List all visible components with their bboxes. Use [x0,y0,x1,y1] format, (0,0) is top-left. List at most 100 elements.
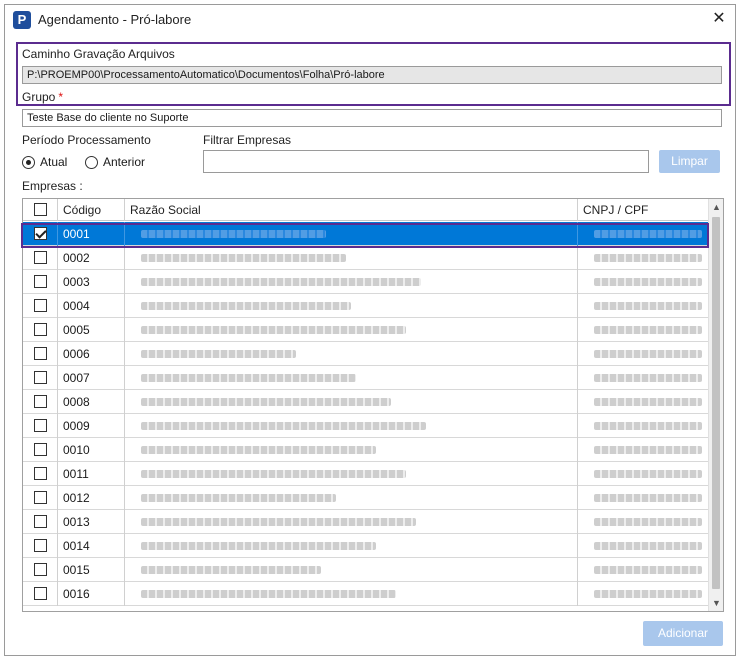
row-cnpj-cpf [578,366,709,390]
empresas-label: Empresas : [22,179,83,193]
table-row[interactable]: 0006 [23,342,709,366]
header-select-all [23,199,58,221]
radio-anterior[interactable]: Anterior [85,153,145,171]
row-cnpj-cpf [578,438,709,462]
table-row[interactable]: 0009 [23,414,709,438]
empresas-table: Código Razão Social CNPJ / CPF 0001 0002 0… [22,198,724,612]
limpar-button[interactable]: Limpar [659,150,720,173]
row-checkbox[interactable] [34,251,47,264]
vertical-scrollbar[interactable]: ▲ ▼ [708,199,723,611]
row-cnpj-cpf [578,390,709,414]
row-select-cell [23,366,58,390]
row-cnpj-cpf [578,534,709,558]
row-checkbox[interactable] [34,587,47,600]
scroll-up-icon[interactable]: ▲ [709,199,723,215]
table-row[interactable]: 0012 [23,486,709,510]
row-razao-social [125,342,578,366]
radio-anterior-indicator[interactable] [85,155,98,169]
row-checkbox[interactable] [34,539,47,552]
periodo-label: Período Processamento [22,133,151,147]
redacted-text [594,542,702,550]
redacted-text [141,302,351,310]
redacted-text [594,494,702,502]
header-codigo[interactable]: Código [58,199,125,221]
table-row[interactable]: 0013 [23,510,709,534]
table-row[interactable]: 0003 [23,270,709,294]
table-row[interactable]: 0004 [23,294,709,318]
row-checkbox[interactable] [34,419,47,432]
row-checkbox[interactable] [34,467,47,480]
row-checkbox[interactable] [34,299,47,312]
row-cnpj-cpf [578,270,709,294]
row-codigo: 0015 [58,558,125,582]
caminho-label: Caminho Gravação Arquivos [22,47,175,61]
row-codigo: 0008 [58,390,125,414]
caminho-field[interactable]: P:\PROEMP00\ProcessamentoAutomatico\Docu… [22,66,722,84]
redacted-text [141,230,326,238]
table-row[interactable]: 0007 [23,366,709,390]
row-razao-social [125,222,578,246]
row-checkbox[interactable] [34,563,47,576]
row-razao-social [125,438,578,462]
redacted-text [594,230,702,238]
row-razao-social [125,462,578,486]
table-row[interactable]: 0014 [23,534,709,558]
redacted-text [594,254,702,262]
table-row[interactable]: 0010 [23,438,709,462]
redacted-text [594,518,702,526]
grupo-field[interactable]: Teste Base do cliente no Suporte [22,109,722,127]
row-razao-social [125,390,578,414]
row-cnpj-cpf [578,246,709,270]
row-codigo: 0016 [58,582,125,606]
table-row[interactable]: 0005 [23,318,709,342]
scroll-down-icon[interactable]: ▼ [709,595,723,611]
row-codigo: 0004 [58,294,125,318]
redacted-text [141,350,296,358]
row-checkbox[interactable] [34,491,47,504]
redacted-text [594,566,702,574]
select-all-checkbox[interactable] [34,203,47,216]
scrollbar-thumb[interactable] [712,217,720,589]
close-icon[interactable]: ✕ [705,7,733,31]
table-row[interactable]: 0002 [23,246,709,270]
redacted-text [141,278,421,286]
row-checkbox[interactable] [34,371,47,384]
redacted-text [141,446,376,454]
redacted-text [141,518,416,526]
adicionar-button[interactable]: Adicionar [643,621,723,646]
row-checkbox[interactable] [34,443,47,456]
row-checkbox[interactable] [34,323,47,336]
row-select-cell [23,390,58,414]
row-select-cell [23,438,58,462]
header-cnpj-cpf[interactable]: CNPJ / CPF [578,199,709,221]
filtro-label: Filtrar Empresas [203,133,292,147]
row-codigo: 0012 [58,486,125,510]
row-codigo: 0009 [58,414,125,438]
filtro-input[interactable] [203,150,649,173]
radio-atual-indicator[interactable] [22,155,35,169]
row-checkbox[interactable] [34,347,47,360]
row-cnpj-cpf [578,222,709,246]
grupo-label: Grupo * [22,90,63,104]
row-checkbox[interactable] [34,227,47,240]
table-row[interactable]: 0016 [23,582,709,606]
radio-atual[interactable]: Atual [22,153,67,171]
row-cnpj-cpf [578,582,709,606]
row-codigo: 0006 [58,342,125,366]
row-select-cell [23,222,58,246]
table-row[interactable]: 0008 [23,390,709,414]
row-cnpj-cpf [578,414,709,438]
row-cnpj-cpf [578,318,709,342]
header-razao-social[interactable]: Razão Social [125,199,578,221]
row-codigo: 0001 [58,222,125,246]
row-checkbox[interactable] [34,275,47,288]
row-razao-social [125,558,578,582]
row-checkbox[interactable] [34,515,47,528]
table-row[interactable]: 0001 [23,222,709,246]
table-row[interactable]: 0015 [23,558,709,582]
app-logo-icon: P [13,11,31,29]
row-select-cell [23,534,58,558]
title-bar: P Agendamento - Pró-labore ✕ [5,5,735,35]
table-row[interactable]: 0011 [23,462,709,486]
row-checkbox[interactable] [34,395,47,408]
